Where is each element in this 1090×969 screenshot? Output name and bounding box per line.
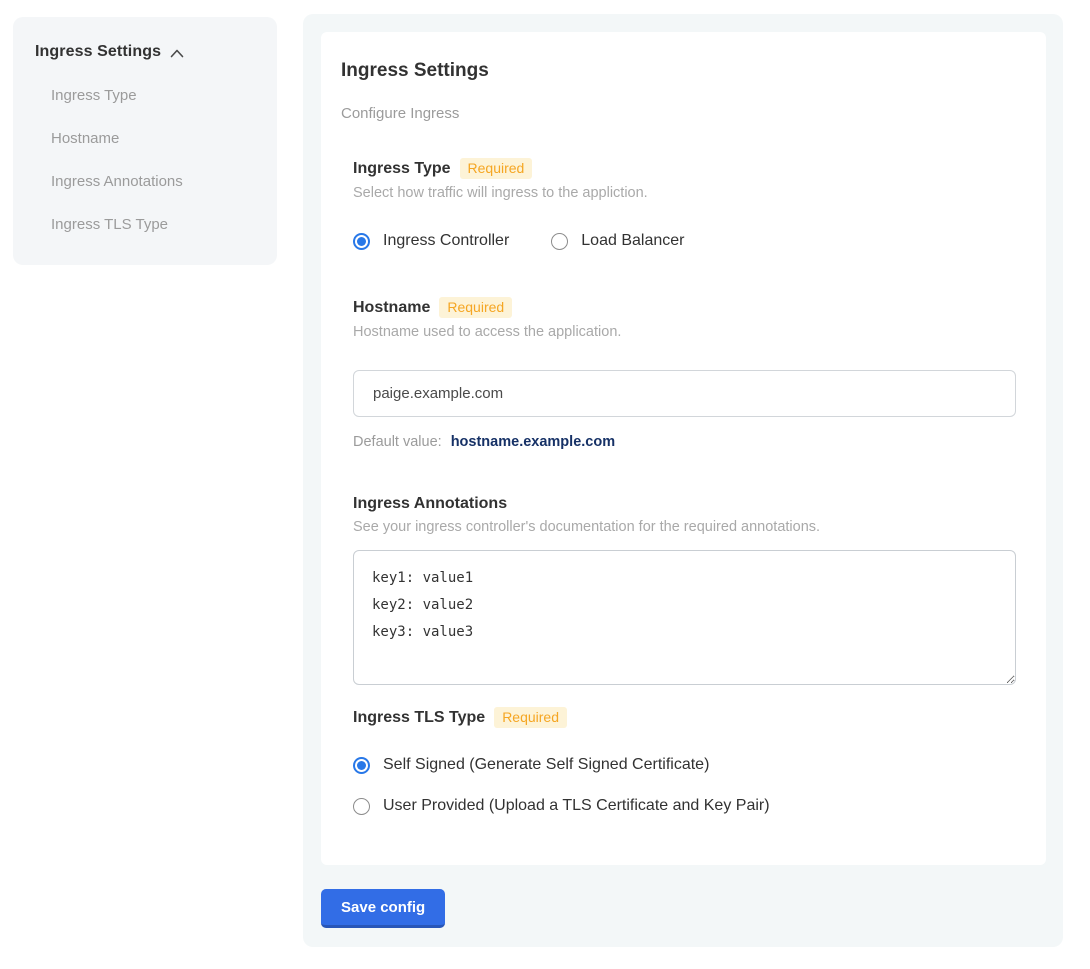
radio-icon: [551, 233, 568, 250]
ingress-tls-type-options: Self Signed (Generate Self Signed Certif…: [353, 756, 1016, 815]
radio-self-signed[interactable]: Self Signed (Generate Self Signed Certif…: [353, 756, 1016, 774]
hostname-label: Hostname: [353, 299, 430, 317]
config-card: Ingress Settings Configure Ingress Ingre…: [321, 32, 1046, 865]
save-config-button[interactable]: Save config: [321, 889, 445, 928]
config-page: Ingress Settings Ingress Type Hostname I…: [0, 0, 1090, 969]
sidebar-item-list: Ingress Type Hostname Ingress Annotation…: [35, 87, 257, 233]
config-sections: Ingress Type Required Select how traffic…: [353, 158, 1016, 815]
required-badge: Required: [460, 158, 533, 179]
section-ingress-tls-type: Ingress TLS Type Required Self Signed (G…: [353, 707, 1016, 815]
hostname-help: Hostname used to access the application.: [353, 324, 1016, 340]
required-badge: Required: [439, 297, 512, 318]
sidebar-item-ingress-type[interactable]: Ingress Type: [51, 87, 257, 104]
config-main-area: Ingress Settings Configure Ingress Ingre…: [303, 14, 1063, 947]
ingress-annotations-textarea[interactable]: key1: value1 key2: value2 key3: value3: [353, 550, 1016, 685]
radio-ingress-controller[interactable]: Ingress Controller: [353, 232, 509, 250]
radio-label: Load Balancer: [581, 232, 684, 250]
card-title: Ingress Settings: [341, 60, 1016, 82]
radio-label: Ingress Controller: [383, 232, 509, 250]
radio-user-provided[interactable]: User Provided (Upload a TLS Certificate …: [353, 797, 1016, 815]
radio-icon: [353, 233, 370, 250]
radio-label: Self Signed (Generate Self Signed Certif…: [383, 756, 709, 774]
ingress-tls-type-label: Ingress TLS Type: [353, 709, 485, 727]
ingress-type-help: Select how traffic will ingress to the a…: [353, 185, 1016, 201]
config-nav-sidebar: Ingress Settings Ingress Type Hostname I…: [13, 17, 277, 265]
sidebar-group-title: Ingress Settings: [35, 43, 161, 61]
ingress-type-label: Ingress Type: [353, 160, 451, 178]
sidebar-item-hostname[interactable]: Hostname: [51, 130, 257, 147]
sidebar-item-ingress-tls-type[interactable]: Ingress TLS Type: [51, 216, 257, 233]
ingress-annotations-label: Ingress Annotations: [353, 495, 507, 513]
card-subtitle: Configure Ingress: [341, 105, 1016, 122]
ingress-annotations-help: See your ingress controller's documentat…: [353, 519, 1016, 535]
section-ingress-type: Ingress Type Required Select how traffic…: [353, 158, 1016, 250]
sidebar-item-ingress-annotations[interactable]: Ingress Annotations: [51, 173, 257, 190]
section-ingress-annotations: Ingress Annotations See your ingress con…: [353, 495, 1016, 685]
ingress-type-options: Ingress Controller Load Balancer: [353, 232, 1016, 250]
default-value-label: Default value:: [353, 434, 442, 450]
chevron-up-icon: [170, 49, 184, 58]
radio-load-balancer[interactable]: Load Balancer: [551, 232, 684, 250]
hostname-default-line: Default value: hostname.example.com: [353, 434, 1016, 450]
radio-icon: [353, 757, 370, 774]
radio-label: User Provided (Upload a TLS Certificate …: [383, 797, 770, 815]
radio-icon: [353, 798, 370, 815]
default-value-text: hostname.example.com: [451, 434, 615, 450]
hostname-input[interactable]: [353, 370, 1016, 417]
section-hostname: Hostname Required Hostname used to acces…: [353, 297, 1016, 450]
sidebar-group-ingress-settings[interactable]: Ingress Settings: [35, 43, 257, 61]
required-badge: Required: [494, 707, 567, 728]
